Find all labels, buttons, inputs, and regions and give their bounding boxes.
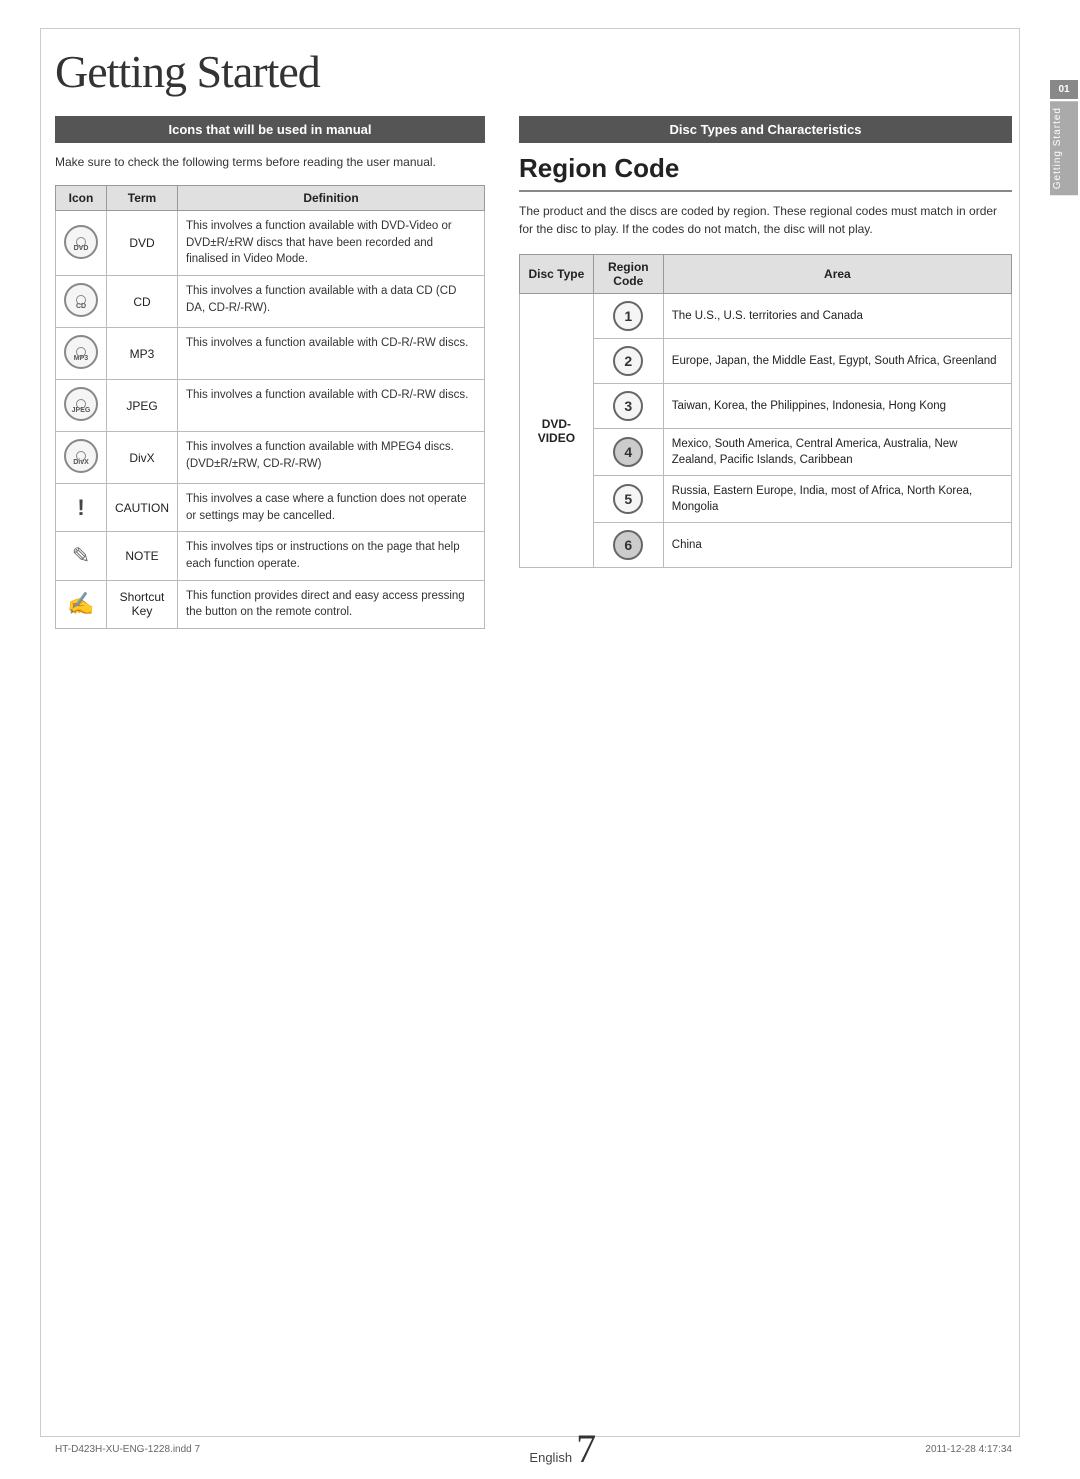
region-code-cell: 2 [593,339,663,384]
disc-icon-mp3: MP3 [64,335,98,369]
region-code-cell: 3 [593,384,663,429]
term-cell: Shortcut Key [107,580,178,628]
region-num-5: 5 [613,484,643,514]
region-num-6: 6 [613,530,643,560]
term-cell: JPEG [107,380,178,432]
page-border-right [1019,28,1020,1437]
footer-left: HT-D423H-XU-ENG-1228.indd 7 [55,1444,200,1455]
icon-cell: JPEG [56,380,107,432]
area-cell: The U.S., U.S. territories and Canada [663,294,1011,339]
icon-cell: ✍ [56,580,107,628]
icons-section-header: Icons that will be used in manual [55,116,485,143]
definition-cell: This function provides direct and easy a… [178,580,485,628]
disc-icon-cd: CD [64,283,98,317]
icon-table-row: ✍ Shortcut KeyThis function provides dire… [56,580,485,628]
page-number-area: English 7 [529,1429,596,1469]
definition-cell: This involves a function available with … [178,276,485,328]
region-table-row: 6 China [520,523,1012,568]
region-table-row: 5 Russia, Eastern Europe, India, most of … [520,476,1012,523]
region-col-disc-type: Disc Type [520,255,594,294]
sidebar-tab: 01 Getting Started [1048,80,1080,195]
region-num-1: 1 [613,301,643,331]
term-cell: MP3 [107,328,178,380]
col-term: Term [107,186,178,211]
icon-cell: DVD [56,211,107,276]
definition-cell: This involves a case where a function do… [178,484,485,532]
region-table: Disc Type Region Code Area DVD-VIDEO1The… [519,254,1012,568]
footer: HT-D423H-XU-ENG-1228.indd 7 English 7 20… [55,1429,1012,1469]
icon-cell: CD [56,276,107,328]
page-border-top [40,28,1020,29]
region-code-cell: 6 [593,523,663,568]
page-title: Getting Started [55,45,1012,98]
col-icon: Icon [56,186,107,211]
icons-table: Icon Term Definition DVD DVDThis involve… [55,185,485,629]
left-column: Icons that will be used in manual Make s… [55,116,485,629]
term-cell: DVD [107,211,178,276]
main-content: Getting Started Icons that will be used … [55,45,1012,1424]
definition-cell: This involves a function available with … [178,432,485,484]
region-code-cell: 4 [593,429,663,476]
region-num-2: 2 [613,346,643,376]
region-code-cell: 5 [593,476,663,523]
intro-text: Make sure to check the following terms b… [55,153,485,171]
definition-cell: This involves a function available with … [178,328,485,380]
term-cell: CD [107,276,178,328]
sidebar-number: 01 [1050,80,1078,99]
region-code-title: Region Code [519,153,1012,192]
note-icon: ✎ [72,543,90,568]
definition-cell: This involves a function available with … [178,211,485,276]
region-table-row: 2 Europe, Japan, the Middle East, Egypt, … [520,339,1012,384]
icon-table-row: DVD DVDThis involves a function availabl… [56,211,485,276]
disc-section-header: Disc Types and Characteristics [519,116,1012,143]
area-cell: Russia, Eastern Europe, India, most of A… [663,476,1011,523]
region-description: The product and the discs are coded by r… [519,202,1012,238]
icon-table-row: DivX DivXThis involves a function availa… [56,432,485,484]
caution-icon: ! [77,495,84,520]
definition-cell: This involves a function available with … [178,380,485,432]
icon-table-row: ✎ NOTEThis involves tips or instructions … [56,532,485,580]
disc-icon-jpeg: JPEG [64,387,98,421]
page-number: 7 [576,1429,596,1469]
disc-type-cell: DVD-VIDEO [520,294,594,568]
region-table-row: DVD-VIDEO1The U.S., U.S. territories and… [520,294,1012,339]
region-code-cell: 1 [593,294,663,339]
area-cell: Mexico, South America, Central America, … [663,429,1011,476]
region-table-row: 4 Mexico, South America, Central America,… [520,429,1012,476]
footer-right: 2011-12-28 4:17:34 [925,1444,1012,1455]
icon-cell: DivX [56,432,107,484]
area-cell: China [663,523,1011,568]
term-cell: DivX [107,432,178,484]
region-col-code: Region Code [593,255,663,294]
region-col-area: Area [663,255,1011,294]
term-cell: CAUTION [107,484,178,532]
page-language: English [529,1450,572,1465]
right-column: Disc Types and Characteristics Region Co… [509,116,1012,568]
icon-cell: ✎ [56,532,107,580]
disc-icon-dvd: DVD [64,225,98,259]
region-num-3: 3 [613,391,643,421]
area-cell: Taiwan, Korea, the Philippines, Indonesi… [663,384,1011,429]
icon-table-row: ! CAUTIONThis involves a case where a fun… [56,484,485,532]
icon-table-row: CD CDThis involves a function available … [56,276,485,328]
area-cell: Europe, Japan, the Middle East, Egypt, S… [663,339,1011,384]
icon-table-row: MP3 MP3This involves a function availabl… [56,328,485,380]
columns-layout: Icons that will be used in manual Make s… [55,116,1012,629]
shortcut-icon: ✍ [67,591,94,616]
icon-cell: ! [56,484,107,532]
icon-cell: MP3 [56,328,107,380]
definition-cell: This involves tips or instructions on th… [178,532,485,580]
icon-table-row: JPEG JPEGThis involves a function availa… [56,380,485,432]
disc-icon-divx: DivX [64,439,98,473]
sidebar-label: Getting Started [1050,101,1078,195]
page-border-left [40,28,41,1437]
col-definition: Definition [178,186,485,211]
term-cell: NOTE [107,532,178,580]
region-num-4: 4 [613,437,643,467]
region-table-row: 3 Taiwan, Korea, the Philippines, Indones… [520,384,1012,429]
